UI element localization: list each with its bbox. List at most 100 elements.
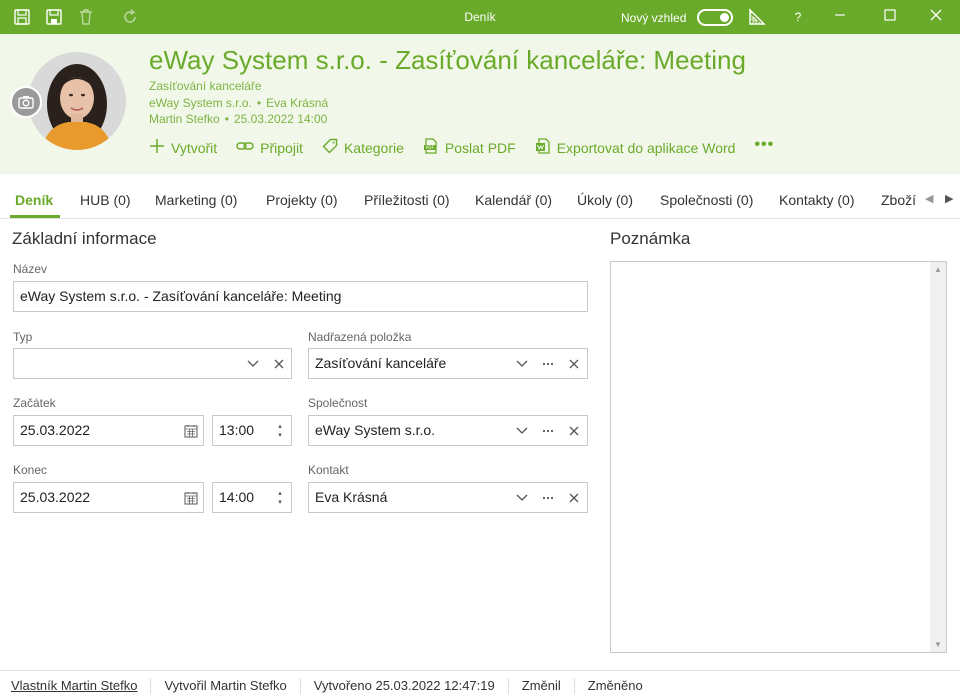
action-bar: Vytvořit Připojit Kategorie PDF Poslat P… [149, 136, 774, 157]
start-date-field[interactable]: 25.03.2022 [13, 415, 204, 446]
refresh-icon[interactable] [121, 8, 139, 26]
save-close-icon[interactable] [13, 8, 31, 26]
parent-item-value: Zasíťování kanceláře [315, 355, 447, 371]
note-textarea[interactable]: ▲ ▼ [610, 261, 947, 653]
scroll-up-icon[interactable]: ▲ [930, 265, 946, 274]
tab-hub[interactable]: HUB (0) [80, 192, 131, 208]
send-pdf-button[interactable]: PDF Poslat PDF [423, 138, 516, 157]
parent-item-label: Nadřazená položka [308, 330, 412, 344]
export-word-button[interactable]: Exportovat do aplikace Word [535, 138, 736, 157]
type-label: Typ [13, 330, 33, 344]
owner-date-line: Martin Stefko • 25.03.2022 14:00 [149, 112, 327, 126]
toggle-knob [720, 13, 729, 22]
end-date-value: 25.03.2022 [20, 489, 91, 505]
datetime-text: 25.03.2022 14:00 [233, 112, 328, 126]
chevron-down-icon[interactable] [511, 483, 533, 512]
separator: • [256, 96, 262, 110]
start-time-field[interactable]: 13:00 ▴ ▾ [212, 415, 292, 446]
basic-info-heading: Základní informace [12, 229, 157, 248]
tab-ukoly[interactable]: Úkoly (0) [577, 192, 633, 208]
status-footer: Vlastník Martin Stefko Vytvořil Martin S… [0, 670, 960, 700]
tag-icon [322, 138, 344, 157]
close-button[interactable] [924, 6, 948, 28]
owner-footer-link[interactable]: Vlastník Martin Stefko [0, 677, 152, 694]
create-label: Vytvořit [171, 139, 218, 156]
tab-spolecnosti[interactable]: Společnosti (0) [660, 192, 753, 208]
start-date-value: 25.03.2022 [20, 422, 91, 438]
name-label: Název [13, 262, 48, 276]
company-label: Společnost [308, 396, 368, 410]
avatar[interactable] [28, 52, 126, 150]
parent-link[interactable]: Zasíťování kanceláře [149, 79, 262, 93]
company-link[interactable]: eWay System s.r.o. [149, 96, 252, 110]
tab-zbozi[interactable]: Zboží [881, 192, 917, 208]
title-bar: Deník Nový vzhled ? [0, 0, 960, 34]
clear-icon[interactable] [268, 349, 290, 378]
calendar-icon[interactable] [180, 483, 202, 512]
end-time-value: 14:00 [219, 489, 255, 505]
note-scrollbar[interactable]: ▲ ▼ [930, 262, 946, 652]
company-value: eWay System s.r.o. [315, 422, 436, 438]
note-heading: Poznámka [610, 229, 691, 248]
ellipsis-icon[interactable] [537, 349, 559, 378]
owner-link[interactable]: Martin Stefko [149, 112, 220, 126]
name-field[interactable]: eWay System s.r.o. - Zasíťování kancelář… [13, 281, 588, 312]
more-actions-button[interactable]: ••• [754, 136, 774, 154]
category-button[interactable]: Kategorie [322, 138, 404, 157]
contact-link[interactable]: Eva Krásná [266, 96, 328, 110]
time-stepper-icon[interactable]: ▴ ▾ [269, 416, 291, 445]
tab-kontakty[interactable]: Kontakty (0) [779, 192, 854, 208]
delete-icon[interactable] [77, 8, 95, 26]
tab-denik[interactable]: Deník [15, 192, 53, 208]
separator: • [224, 112, 229, 126]
type-select[interactable] [13, 348, 292, 379]
category-label: Kategorie [343, 139, 404, 156]
change-photo-button[interactable] [10, 86, 42, 118]
end-time-field[interactable]: 14:00 ▴ ▾ [212, 482, 292, 513]
tab-marketing[interactable]: Marketing (0) [155, 192, 237, 208]
scroll-down-icon[interactable]: ▼ [930, 640, 946, 649]
create-button[interactable]: Vytvořit [149, 138, 217, 157]
chevron-down-icon[interactable] [242, 349, 264, 378]
start-time-value: 13:00 [219, 422, 255, 438]
tab-bar: Deník HUB (0) Marketing (0) Projekty (0)… [0, 174, 960, 219]
maximize-button[interactable] [878, 6, 902, 28]
calendar-icon[interactable] [180, 416, 202, 445]
parent-item-select[interactable]: Zasíťování kanceláře [308, 348, 588, 379]
pdf-icon: PDF [423, 138, 445, 157]
attach-button[interactable]: Připojit [236, 138, 303, 157]
tab-kalendar[interactable]: Kalendář (0) [475, 192, 552, 208]
new-look-toggle[interactable] [697, 9, 733, 26]
send-pdf-label: Poslat PDF [444, 139, 516, 156]
chevron-down-icon[interactable] [511, 349, 533, 378]
tab-prilezitosti[interactable]: Příležitosti (0) [364, 192, 450, 208]
window-title: Deník [464, 10, 496, 24]
company-select[interactable]: eWay System s.r.o. [308, 415, 588, 446]
time-stepper-icon[interactable]: ▴ ▾ [269, 483, 291, 512]
clear-icon[interactable] [563, 483, 585, 512]
clear-icon[interactable] [563, 349, 585, 378]
created-by-text: Vytvořil Martin Stefko [151, 677, 301, 694]
contact-value: Eva Krásná [315, 489, 388, 505]
ruler-icon[interactable] [748, 8, 766, 26]
ellipsis-icon[interactable] [537, 483, 559, 512]
tabs-scroll-right-icon[interactable]: ▶ [945, 192, 953, 205]
attach-label: Připojit [260, 139, 303, 156]
save-icon[interactable] [45, 8, 63, 26]
new-look-label: Nový vzhled [621, 11, 687, 25]
end-date-field[interactable]: 25.03.2022 [13, 482, 204, 513]
record-title: eWay System s.r.o. - Zasíťování kancelář… [149, 45, 746, 75]
company-contact-line: eWay System s.r.o. • Eva Krásná [149, 96, 328, 110]
tabs-scroll-left-icon[interactable]: ◀ [925, 192, 933, 205]
contact-select[interactable]: Eva Krásná [308, 482, 588, 513]
tab-projekty[interactable]: Projekty (0) [266, 192, 338, 208]
ellipsis-icon[interactable] [537, 416, 559, 445]
chevron-down-icon[interactable] [511, 416, 533, 445]
help-button[interactable]: ? [786, 6, 810, 28]
minimize-button[interactable] [828, 6, 852, 28]
clear-icon[interactable] [563, 416, 585, 445]
changed-by-text: Změnil [509, 677, 575, 694]
created-at-text: Vytvořeno 25.03.2022 12:47:19 [301, 677, 509, 694]
plus-icon [149, 138, 171, 157]
export-word-label: Exportovat do aplikace Word [556, 139, 736, 156]
